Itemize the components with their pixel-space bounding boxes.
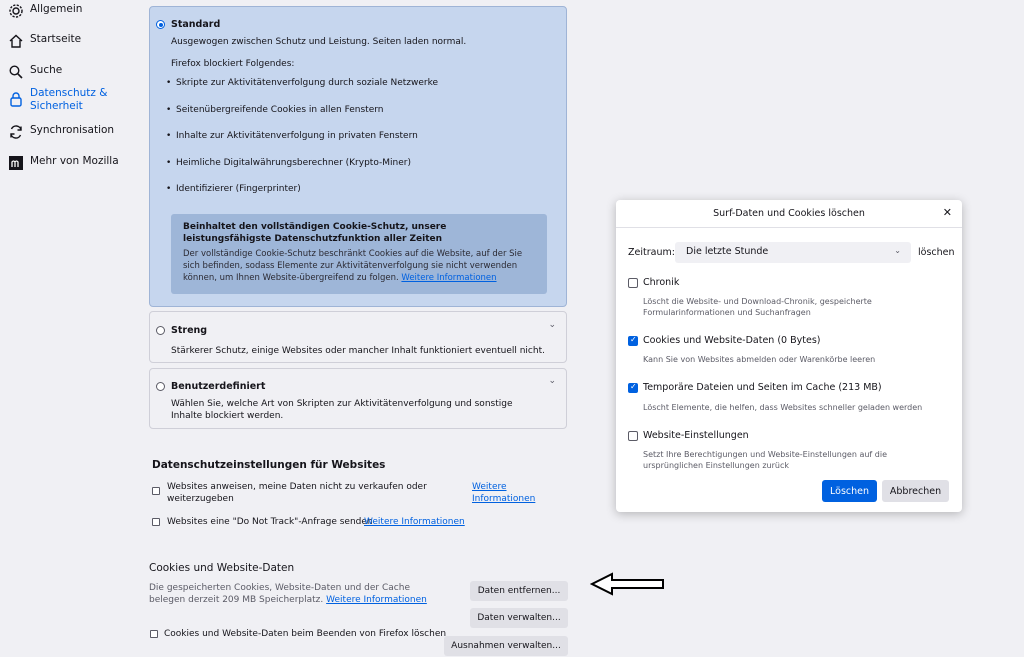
history-label[interactable]: Chronik (643, 277, 679, 288)
dialog-title: Surf-Daten und Cookies löschen (713, 208, 865, 219)
chevron-down-icon: ⌄ (894, 246, 901, 255)
clear-data-button[interactable]: Daten entfernen... (470, 581, 568, 601)
cache-checkbox[interactable] (628, 382, 638, 393)
section-heading-website-privacy: Datenschutzeinstellungen für Websites (152, 459, 386, 471)
radio-custom[interactable] (156, 382, 165, 391)
cookies-checkbox[interactable] (628, 335, 638, 346)
dnt-checkbox[interactable] (152, 518, 160, 526)
card-title: Standard (171, 19, 221, 30)
section-heading-cookies: Cookies und Website-Daten (149, 562, 295, 574)
blocked-item: Heimliche Digitalwährungsberechner (Kryp… (166, 158, 411, 168)
cookies-learn-more-link[interactable]: Weitere Informationen (326, 595, 427, 605)
cookies-description: Kann Sie von Websites abmelden oder Ware… (643, 355, 876, 364)
manage-data-button[interactable]: Daten verwalten... (470, 608, 568, 628)
blocks-heading: Firefox blockiert Folgendes: (171, 59, 295, 69)
chevron-down-icon[interactable]: ⌄ (548, 320, 556, 330)
dialog-divider (616, 227, 962, 228)
delete-on-close-checkbox[interactable] (150, 630, 158, 638)
site-settings-label[interactable]: Website-Einstellungen (643, 430, 749, 441)
radio-standard[interactable] (156, 20, 165, 29)
close-icon[interactable]: ✕ (943, 206, 952, 219)
arrow-left-icon (590, 572, 664, 596)
main-content: Standard Ausgewogen zwischen Schutz und … (0, 0, 600, 657)
chevron-down-icon[interactable]: ⌄ (548, 376, 556, 386)
gpc-label: Websites anweisen, meine Daten nicht zu … (167, 482, 427, 504)
cookie-protection-info: Beinhaltet den vollständigen Cookie-Schu… (171, 214, 547, 294)
time-range-label: Zeitraum: (628, 247, 675, 258)
cookies-description: Die gespeicherten Cookies, Website-Daten… (149, 583, 427, 605)
delete-on-close-label: Cookies und Website-Daten beim Beenden v… (164, 629, 447, 639)
history-checkbox[interactable] (628, 278, 638, 288)
time-range-suffix: löschen (918, 247, 955, 258)
tracking-option-custom[interactable]: Benutzerdefiniert ⌄ Wählen Sie, welche A… (149, 368, 567, 429)
blocked-item: Inhalte zur Aktivitätenverfolgung in pri… (166, 131, 418, 141)
card-description: Ausgewogen zwischen Schutz und Leistung.… (171, 37, 467, 47)
tracking-option-standard[interactable]: Standard Ausgewogen zwischen Schutz und … (149, 6, 567, 307)
radio-strict[interactable] (156, 326, 165, 335)
cancel-button[interactable]: Abbrechen (882, 480, 949, 502)
history-description: Löscht die Website- und Download-Chronik… (643, 297, 872, 317)
clear-data-dialog: Surf-Daten und Cookies löschen ✕ Zeitrau… (616, 200, 962, 512)
gpc-checkbox[interactable] (152, 487, 160, 495)
cache-description: Löscht Elemente, die helfen, dass Websit… (643, 403, 923, 412)
info-text: Der vollständige Cookie-Schutz beschränk… (183, 249, 523, 283)
blocked-item: Identifizierer (Fingerprinter) (166, 184, 301, 194)
card-description: Wählen Sie, welche Art von Skripten zur … (171, 399, 513, 421)
card-description: Stärkerer Schutz, einige Websites oder m… (171, 346, 545, 356)
tracking-option-strict[interactable]: Streng ⌄ Stärkerer Schutz, einige Websit… (149, 311, 567, 363)
dnt-label: Websites eine "Do Not Track"-Anfrage sen… (167, 517, 373, 527)
cache-label[interactable]: Temporäre Dateien und Seiten im Cache (2… (643, 382, 882, 393)
site-settings-checkbox[interactable] (628, 431, 638, 441)
card-title: Streng (171, 325, 208, 336)
info-heading: Beinhaltet den vollständigen Cookie-Schu… (183, 222, 447, 244)
site-settings-description: Setzt Ihre Berechtigungen und Website-Ei… (643, 450, 887, 470)
time-range-select[interactable]: Die letzte Stunde ⌄ (675, 242, 911, 263)
manage-exceptions-button[interactable]: Ausnahmen verwalten... (444, 636, 568, 656)
card-title: Benutzerdefiniert (171, 381, 266, 392)
blocked-item: Skripte zur Aktivitätenverfolgung durch … (166, 78, 438, 88)
info-link[interactable]: Weitere Informationen (401, 273, 496, 283)
blocked-item: Seitenübergreifende Cookies in allen Fen… (166, 105, 383, 115)
cookies-label[interactable]: Cookies und Website-Daten (0 Bytes) (643, 335, 821, 346)
clear-button[interactable]: Löschen (822, 480, 877, 502)
dnt-learn-more-link[interactable]: Weitere Informationen (364, 516, 465, 528)
gpc-learn-more-link[interactable]: Weitere Informationen (472, 481, 542, 505)
